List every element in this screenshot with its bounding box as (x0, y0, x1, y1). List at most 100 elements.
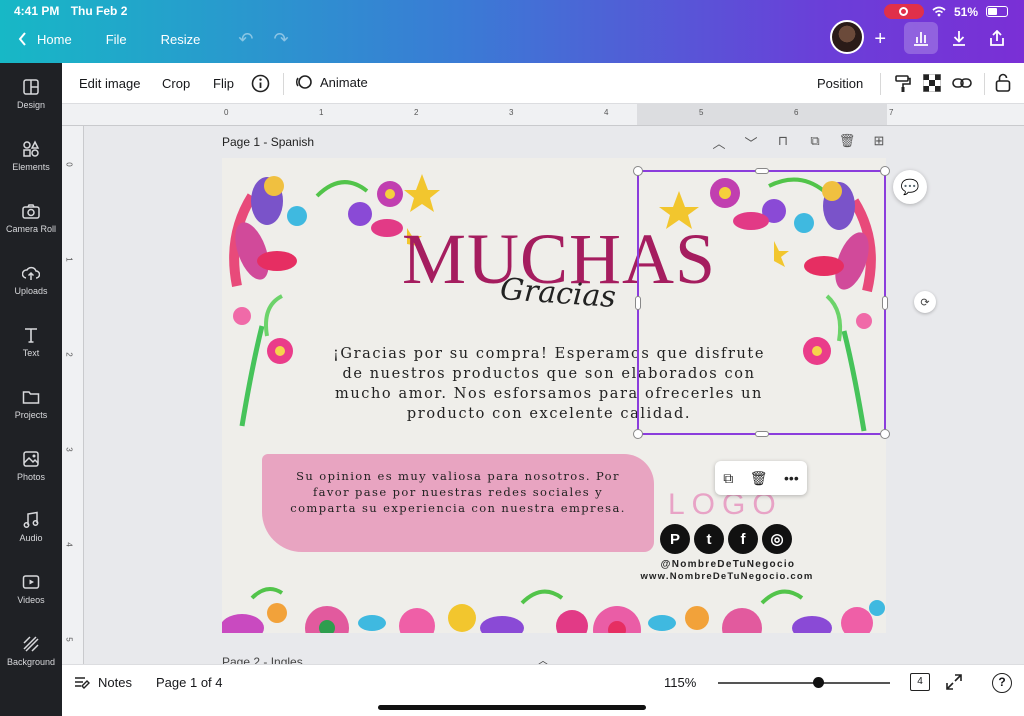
ruler-mark: 1 (64, 257, 74, 262)
zoom-slider-track[interactable] (718, 682, 890, 684)
download-button[interactable] (942, 22, 976, 54)
background-icon (23, 636, 39, 652)
info-button[interactable] (251, 74, 270, 96)
info-icon (251, 74, 270, 93)
animate-button[interactable]: Animate (295, 73, 368, 91)
sidebar-label: Videos (17, 595, 45, 605)
toolbar-divider (984, 73, 985, 95)
pinterest-icon[interactable]: P (660, 524, 690, 554)
ruler-mark: 4 (604, 108, 609, 117)
twitter-icon[interactable]: t (694, 524, 724, 554)
transparency-button[interactable] (922, 73, 942, 95)
status-time: 4:41 PM (14, 4, 60, 18)
next-page-title[interactable]: Page 2 - Ingles (222, 655, 303, 664)
sidebar-item-camera-roll[interactable]: Camera Roll (0, 202, 62, 234)
ruler-mark: 5 (64, 637, 74, 642)
selection-box[interactable] (633, 166, 890, 439)
ruler-selection-range (637, 104, 887, 125)
sidebar-item-videos[interactable]: Videos (0, 573, 62, 605)
design-icon (23, 79, 39, 95)
battery-icon (986, 6, 1008, 17)
page-title[interactable]: Page 1 - Spanish (222, 135, 314, 149)
zoom-percent[interactable]: 115% (664, 675, 696, 690)
unlock-icon (995, 73, 1011, 92)
home-button[interactable]: Home (18, 32, 72, 47)
sidebar-label: Photos (16, 472, 46, 482)
sidebar-item-text[interactable]: Text (0, 326, 62, 358)
nav-row: Home File Resize ↶ ↷ (0, 24, 1024, 54)
page-grid-button[interactable]: 4 (910, 673, 930, 691)
delete-page-icon[interactable]: 🗑 (836, 133, 858, 152)
video-icon (22, 575, 40, 589)
user-avatar[interactable] (830, 20, 864, 54)
page-indicator[interactable]: Page 1 of 4 (156, 675, 223, 690)
resize-handle-br[interactable] (880, 429, 890, 439)
add-page-icon[interactable]: ⊞ (868, 133, 890, 152)
ruler-mark: 3 (64, 447, 74, 452)
page-down-icon[interactable]: ﹀ (740, 133, 762, 152)
resize-handle-top[interactable] (755, 168, 769, 174)
facebook-icon[interactable]: f (728, 524, 758, 554)
resize-handle-bl[interactable] (633, 429, 643, 439)
home-indicator (378, 705, 646, 710)
share-button[interactable] (980, 22, 1014, 54)
redo-icon: ↷ (273, 28, 289, 49)
ruler-mark: 2 (64, 352, 74, 357)
position-button[interactable]: Position (817, 76, 863, 91)
insights-button[interactable] (904, 22, 938, 54)
undo-button[interactable]: ↶ (238, 29, 253, 50)
edit-image-button[interactable]: Edit image (79, 76, 140, 91)
notes-button[interactable]: Notes (74, 675, 132, 690)
rotate-icon: ⟳ (920, 296, 930, 309)
sidebar-label: Camera Roll (5, 224, 56, 234)
ruler-mark: 7 (889, 108, 894, 117)
sidebar-item-photos[interactable]: Photos (0, 450, 62, 482)
horizontal-ruler: 0 1 2 3 4 5 6 7 (62, 104, 1024, 126)
social-icons[interactable]: P t f ◎ (660, 524, 792, 554)
social-handle[interactable]: @NombreDeTuNegocio (626, 559, 830, 570)
delete-icon[interactable]: 🗑 (750, 470, 768, 487)
crop-button[interactable]: Crop (162, 76, 190, 91)
sidebar-item-background[interactable]: Background (0, 635, 62, 667)
rotate-handle[interactable]: ⟳ (914, 291, 936, 313)
resize-handle-tr[interactable] (880, 166, 890, 176)
sidebar-label: Audio (19, 533, 43, 543)
add-comment-button[interactable]: 💬 (893, 170, 927, 204)
zoom-slider-knob[interactable] (812, 677, 824, 688)
page-up-icon[interactable]: ︿ (708, 133, 730, 152)
paint-roller-icon (895, 75, 911, 92)
sidebar-item-design[interactable]: Design (0, 78, 62, 110)
resize-menu[interactable]: Resize (161, 32, 201, 47)
page-lock-icon[interactable]: ⊓ (772, 133, 794, 152)
help-button[interactable]: ? (992, 673, 1012, 693)
more-options-icon[interactable]: ••• (784, 470, 799, 486)
sidebar-item-projects[interactable]: Projects (0, 388, 62, 420)
redo-button[interactable]: ↷ (273, 29, 288, 50)
resize-handle-left[interactable] (635, 296, 641, 310)
sidebar-item-elements[interactable]: Elements (0, 140, 62, 172)
resize-label: Resize (160, 31, 201, 47)
sidebar-item-uploads[interactable]: Uploads (0, 264, 62, 296)
flip-button[interactable]: Flip (213, 76, 234, 91)
resize-handle-bottom[interactable] (755, 431, 769, 437)
lock-button[interactable] (995, 73, 1011, 95)
page-actions: ︿ ﹀ ⊓ ⧉ 🗑 ⊞ (708, 133, 890, 152)
left-sidebar: Design Elements Camera Roll Uploads Text… (0, 63, 62, 716)
share-add-icon[interactable]: + (874, 28, 886, 51)
file-menu[interactable]: File (106, 32, 127, 47)
resize-handle-right[interactable] (882, 296, 888, 310)
instagram-icon[interactable]: ◎ (762, 524, 792, 554)
undo-icon: ↶ (238, 28, 254, 49)
battery-percent: 51% (953, 4, 978, 19)
feedback-message[interactable]: Su opinion es muy valiosa para nosotros.… (282, 468, 634, 516)
duplicate-page-icon[interactable]: ⧉ (804, 133, 826, 152)
sidebar-item-audio[interactable]: Audio (0, 511, 62, 543)
fullscreen-button[interactable] (946, 674, 962, 693)
editor-toolbar: Edit image Crop Flip Animate Position (62, 63, 1024, 104)
script-subtitle[interactable]: Gracias (499, 272, 617, 315)
link-button[interactable] (952, 75, 972, 94)
resize-handle-tl[interactable] (633, 166, 643, 176)
paint-format-button[interactable] (894, 74, 912, 96)
duplicate-icon[interactable]: ⧉ (723, 470, 733, 487)
help-icon: ? (998, 675, 1006, 689)
